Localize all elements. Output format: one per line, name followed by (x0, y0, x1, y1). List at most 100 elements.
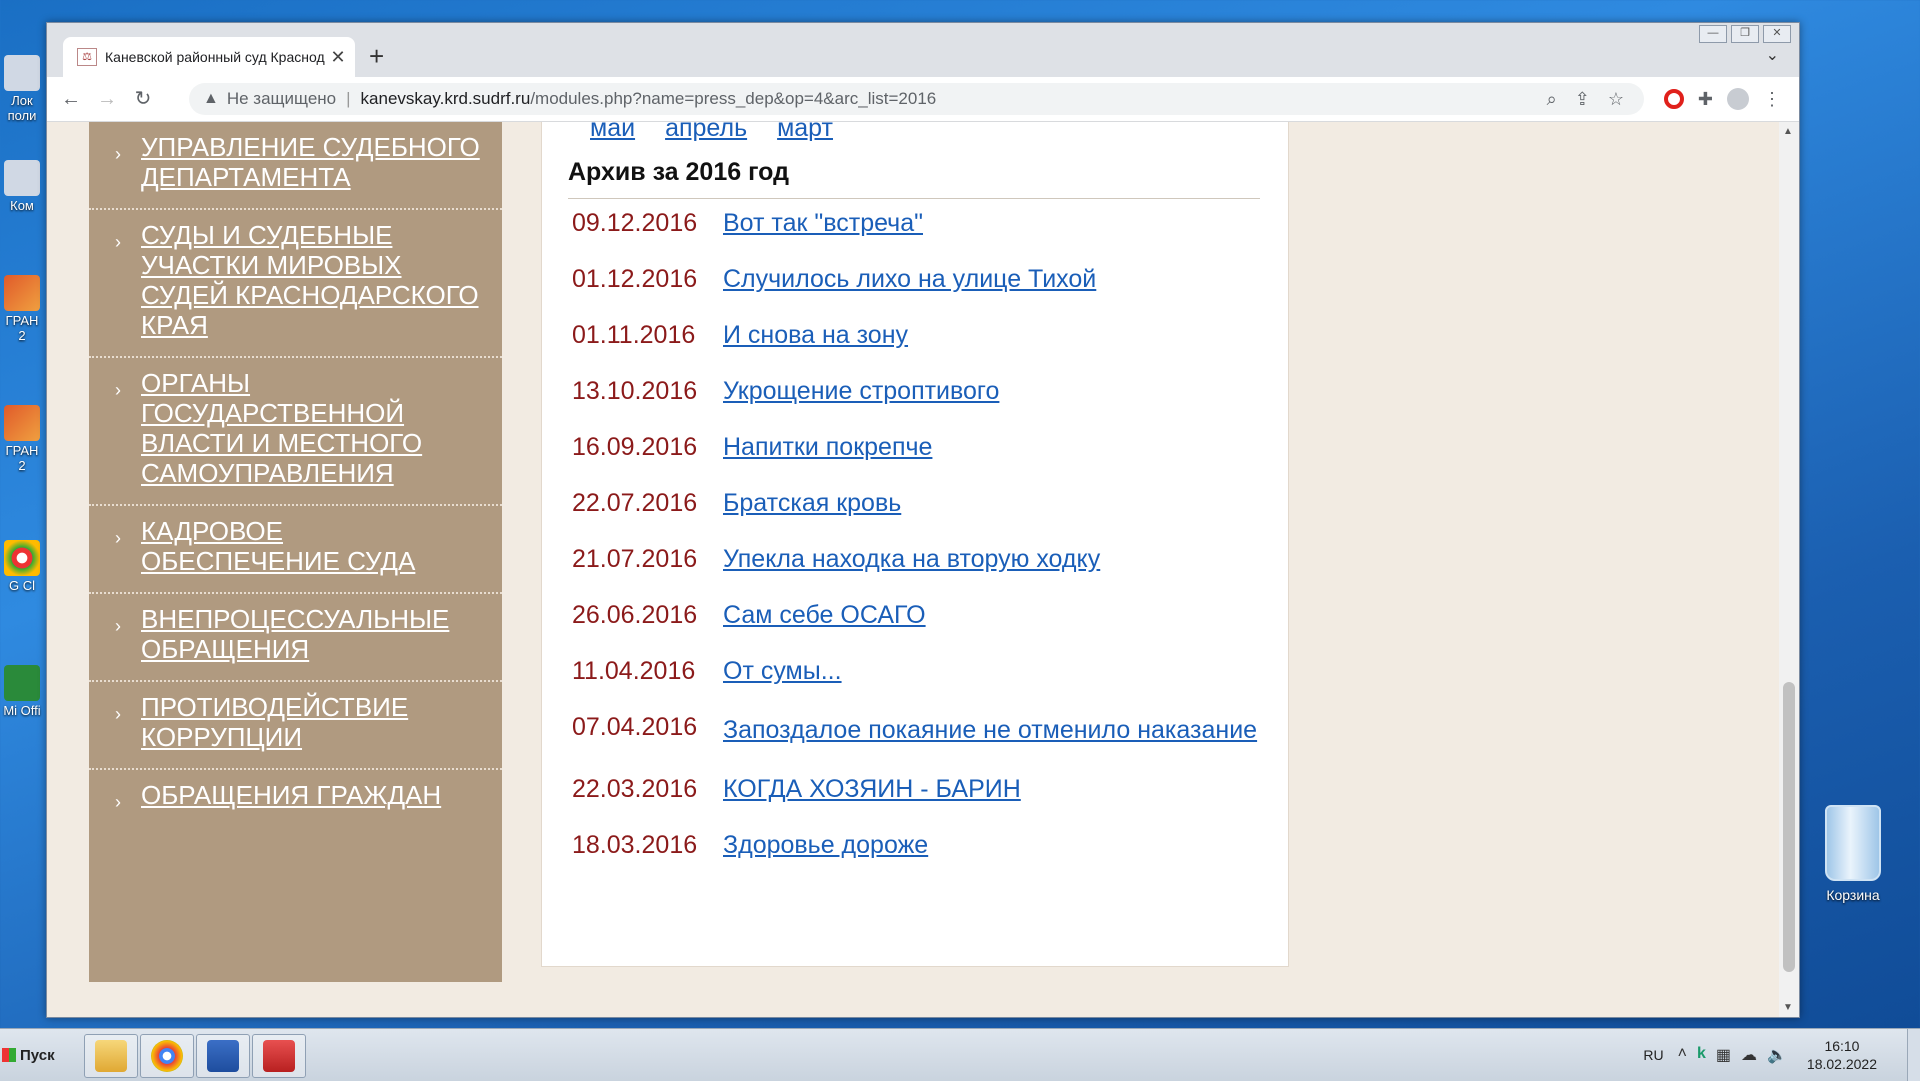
scroll-thumb[interactable] (1783, 682, 1795, 972)
news-date: 22.07.2016 (572, 489, 698, 517)
news-link[interactable]: И снова на зону (723, 318, 1272, 352)
system-tray: RU ˄ k ▦ ☁ 🔈 16:10 18.02.2022 (1643, 1029, 1920, 1081)
bookmark-star-icon[interactable]: ☆ (1608, 89, 1624, 110)
browser-menu-icon[interactable]: ⋮ (1763, 89, 1781, 110)
app-shortcut-icon (4, 405, 40, 441)
clock[interactable]: 16:10 18.02.2022 (1807, 1037, 1877, 1073)
desktop-shortcut[interactable]: G Cl (2, 540, 42, 593)
chevron-right-icon: › (115, 232, 121, 252)
cloud-icon[interactable]: ☁ (1741, 1045, 1757, 1065)
folder-icon (95, 1040, 127, 1072)
news-link[interactable]: Братская кровь (723, 486, 1272, 520)
taskbar-explorer[interactable] (84, 1034, 138, 1078)
sidebar-item[interactable]: › ОБРАЩЕНИЯ ГРАЖДАН (89, 770, 502, 826)
taskbar-word[interactable] (196, 1034, 250, 1078)
sidebar-item[interactable]: › КАДРОВОЕ ОБЕСПЕЧЕНИЕ СУДА (89, 506, 502, 594)
news-link[interactable]: Запоздалое покаяние не отменило наказани… (723, 710, 1272, 750)
news-row: 09.12.2016 Вот так "встреча" (572, 206, 1272, 240)
new-tab-button[interactable]: + (369, 41, 384, 72)
volume-icon[interactable]: 🔈 (1767, 1045, 1787, 1065)
sidebar-item-link[interactable]: ОБРАЩЕНИЯ ГРАЖДАН (141, 780, 482, 810)
forward-icon[interactable]: → (93, 85, 121, 113)
start-button[interactable]: Пуск (2, 1037, 60, 1073)
sidebar-item-link[interactable]: КАДРОВОЕ ОБЕСПЕЧЕНИЕ СУДА (141, 516, 482, 576)
page-viewport: › УПРАВЛЕНИЕ СУДЕБНОГО ДЕПАРТАМЕНТА › СУДЫ … (47, 122, 1779, 1017)
taskbar-chrome[interactable] (140, 1034, 194, 1078)
news-date: 21.07.2016 (572, 545, 698, 573)
scroll-up-icon[interactable]: ▲ (1783, 126, 1793, 137)
news-link[interactable]: КОГДА ХОЗЯИН - БАРИН (723, 772, 1272, 806)
sidebar-item[interactable]: › УПРАВЛЕНИЕ СУДЕБНОГО ДЕПАРТАМЕНТА (89, 122, 502, 210)
archive-title: Архив за 2016 год (568, 158, 789, 186)
profile-avatar-icon[interactable] (1727, 88, 1749, 110)
app-shortcut-icon (4, 275, 40, 311)
news-row: 16.09.2016 Напитки покрепче (572, 430, 1272, 464)
month-link[interactable]: апрель (665, 122, 747, 142)
chevron-right-icon: › (115, 144, 121, 164)
news-link[interactable]: Вот так "встреча" (723, 206, 1272, 240)
desktop-shortcut[interactable]: ГРАН 2 (2, 275, 42, 343)
back-icon[interactable]: ← (57, 85, 85, 113)
news-date: 18.03.2016 (572, 831, 698, 859)
warning-icon[interactable]: ▲ (203, 90, 219, 108)
recycle-bin-icon (1825, 805, 1881, 881)
chevron-right-icon: › (115, 528, 121, 548)
chevron-right-icon: › (115, 380, 121, 400)
close-window-icon[interactable]: ✕ (1763, 25, 1791, 43)
news-link[interactable]: Напитки покрепче (723, 430, 1272, 464)
desktop-shortcut[interactable]: Лок поли (2, 55, 42, 123)
sidebar-item-link[interactable]: ВНЕПРОЦЕССУАЛЬНЫЕ ОБРАЩЕНИЯ (141, 604, 482, 664)
opera-extension-icon[interactable] (1663, 89, 1684, 109)
news-link[interactable]: Здоровье дороже (723, 828, 1272, 862)
news-link[interactable]: Случилось лихо на улице Тихой (723, 262, 1272, 296)
tray-expand-icon[interactable]: ˄ (1678, 1045, 1687, 1065)
extensions-puzzle-icon[interactable]: ✚ (1698, 89, 1713, 110)
url-path[interactable]: /modules.php?name=press_dep&op=4&arc_lis… (530, 89, 936, 109)
zoom-icon[interactable]: ⌕ (1547, 89, 1557, 110)
sidebar-item-link[interactable]: ОРГАНЫ ГОСУДАРСТВЕННОЙ ВЛАСТИ И МЕСТНОГО… (141, 368, 482, 488)
news-link[interactable]: Упекла находка на вторую ходку (723, 542, 1272, 576)
network-icon[interactable]: ▦ (1716, 1045, 1731, 1065)
news-link[interactable]: Сам себе ОСАГО (723, 598, 1272, 632)
browser-tab[interactable]: ⚖ Каневской районный суд Краснод ✕ (63, 37, 355, 77)
clock-time: 16:10 (1824, 1038, 1860, 1054)
taskbar-app[interactable] (252, 1034, 306, 1078)
month-link[interactable]: март (777, 122, 833, 142)
sidebar-item-link[interactable]: ПРОТИВОДЕЙСТВИЕ КОРРУПЦИИ (141, 692, 482, 752)
sidebar-item[interactable]: › СУДЫ И СУДЕБНЫЕ УЧАСТКИ МИРОВЫХ СУДЕЙ К… (89, 210, 502, 358)
show-desktop-button[interactable] (1907, 1029, 1920, 1081)
language-indicator[interactable]: RU (1643, 1047, 1663, 1063)
tab-close-icon[interactable]: ✕ (327, 47, 349, 68)
recycle-bin[interactable]: Корзина (1808, 805, 1898, 903)
news-link[interactable]: Укрощение строптивого (723, 374, 1272, 408)
news-link[interactable]: От сумы... (723, 654, 1272, 688)
sidebar-item-link[interactable]: УПРАВЛЕНИЕ СУДЕБНОГО ДЕПАРТАМЕНТА (141, 132, 482, 192)
desktop-shortcut[interactable]: ГРАН 2 (2, 405, 42, 473)
desktop-shortcut-label: Mi Offi (3, 703, 41, 718)
news-date: 13.10.2016 (572, 377, 698, 405)
reload-icon[interactable]: ↻ (129, 85, 157, 113)
sidebar-menu: › УПРАВЛЕНИЕ СУДЕБНОГО ДЕПАРТАМЕНТА › СУДЫ … (89, 122, 502, 982)
sidebar-item[interactable]: › ОРГАНЫ ГОСУДАРСТВЕННОЙ ВЛАСТИ И МЕСТНОГ… (89, 358, 502, 506)
press-archive-panel: май апрель март Архив за 2016 год 09.12.20… (541, 122, 1289, 967)
share-icon[interactable]: ⇪ (1575, 89, 1590, 110)
month-link[interactable]: май (590, 122, 635, 142)
minimize-icon[interactable]: — (1699, 25, 1727, 43)
address-bar[interactable]: ▲ Не защищено | kanevskay.krd.sudrf.ru/m… (189, 83, 1644, 115)
title-divider (568, 198, 1260, 199)
red-app-icon (263, 1040, 295, 1072)
sidebar-item-link[interactable]: СУДЫ И СУДЕБНЫЕ УЧАСТКИ МИРОВЫХ СУДЕЙ КР… (141, 220, 482, 340)
news-row: 01.11.2016 И снова на зону (572, 318, 1272, 352)
restore-icon[interactable]: ❐ (1731, 25, 1759, 43)
url-host[interactable]: kanevskay.krd.sudrf.ru (361, 89, 531, 109)
scroll-down-icon[interactable]: ▼ (1783, 1002, 1793, 1013)
kaspersky-icon[interactable]: k (1697, 1045, 1706, 1065)
tab-search-icon[interactable]: ⌄ (1766, 45, 1779, 65)
sidebar-item[interactable]: › ВНЕПРОЦЕССУАЛЬНЫЕ ОБРАЩЕНИЯ (89, 594, 502, 682)
sidebar-item[interactable]: › ПРОТИВОДЕЙСТВИЕ КОРРУПЦИИ (89, 682, 502, 770)
page-scrollbar[interactable]: ▲ ▼ (1779, 122, 1799, 1017)
news-row: 26.06.2016 Сам себе ОСАГО (572, 598, 1272, 632)
desktop-shortcut[interactable]: Mi Offi (2, 665, 42, 718)
security-label[interactable]: Не защищено (227, 89, 336, 109)
desktop-shortcut[interactable]: Ком (2, 160, 42, 213)
